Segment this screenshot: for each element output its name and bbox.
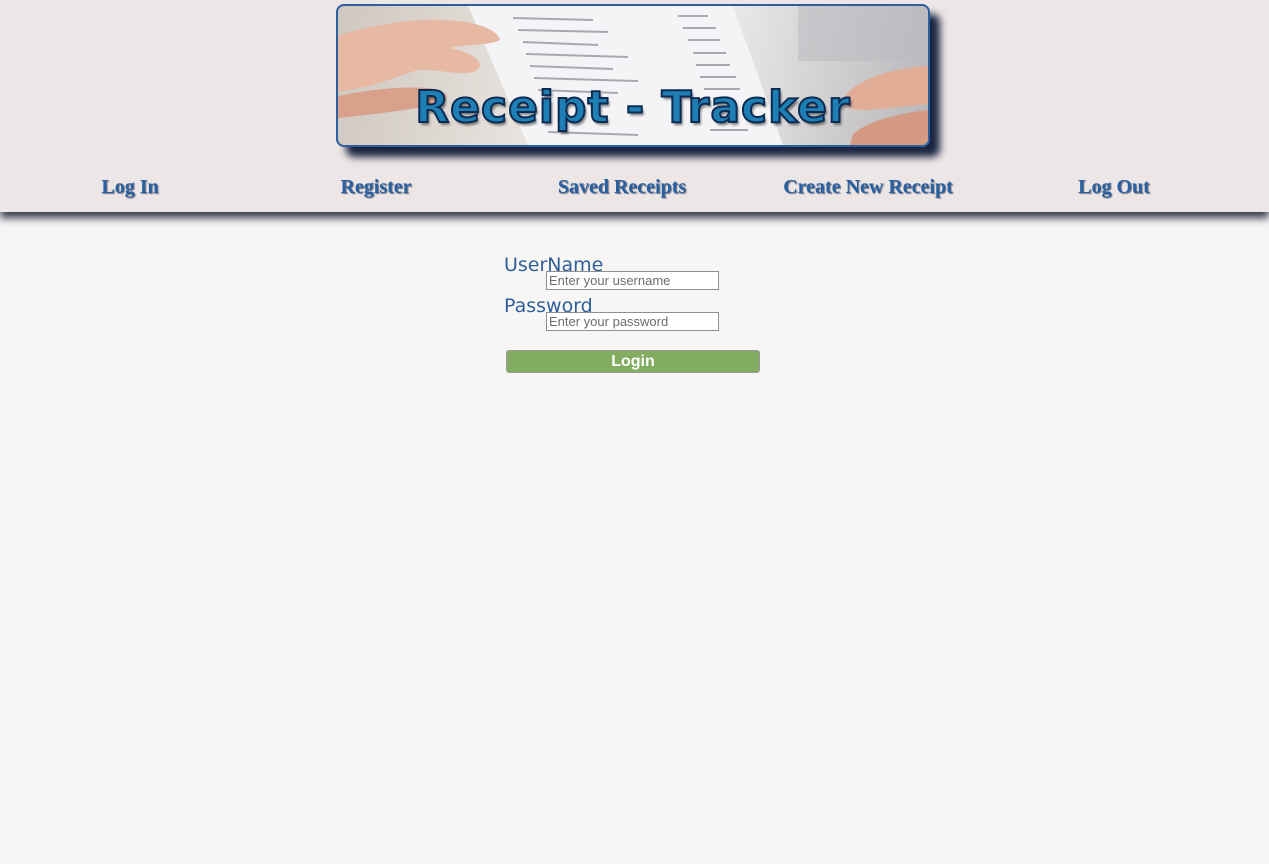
login-form: UserName Password Login	[504, 252, 764, 382]
main-nav: Log In Register Saved Receipts Create Ne…	[0, 172, 1269, 208]
banner-title: Receipt - Tracker	[414, 81, 851, 134]
nav-register[interactable]: Register	[253, 176, 499, 199]
nav-log-out[interactable]: Log Out	[991, 176, 1237, 199]
login-button[interactable]: Login	[506, 350, 760, 373]
password-input[interactable]	[546, 312, 719, 331]
banner-image: Receipt - Tracker	[336, 4, 930, 147]
nav-log-in[interactable]: Log In	[7, 176, 253, 199]
nav-create-new-receipt[interactable]: Create New Receipt	[745, 176, 991, 199]
site-header: Receipt - Tracker Log In Register Saved …	[0, 0, 1269, 212]
nav-saved-receipts[interactable]: Saved Receipts	[499, 176, 745, 199]
username-input[interactable]	[546, 271, 719, 290]
